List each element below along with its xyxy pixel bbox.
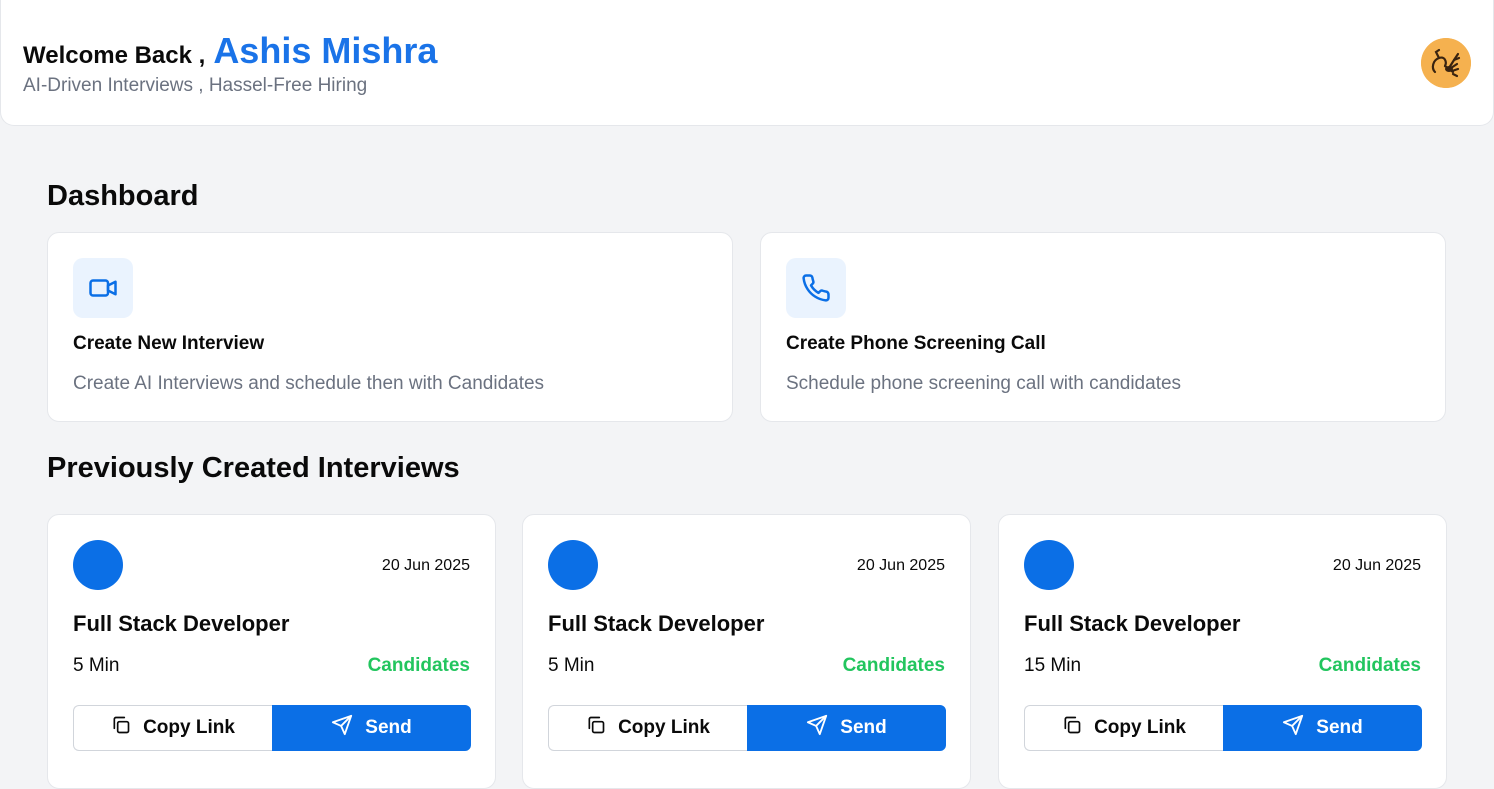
send-icon <box>1282 714 1304 742</box>
welcome-line: Welcome Back , Ashis Mishra <box>23 30 437 72</box>
interview-actions: Copy Link Send <box>1024 705 1422 751</box>
interview-title: Full Stack Developer <box>1024 611 1241 636</box>
phone-screening-title: Create Phone Screening Call <box>786 333 1046 354</box>
interview-avatar <box>73 540 123 590</box>
copy-link-label: Copy Link <box>1094 717 1186 738</box>
copy-icon <box>1062 715 1082 741</box>
create-interview-description: Create AI Interviews and schedule then w… <box>73 373 545 394</box>
send-button[interactable]: Send <box>1223 705 1422 751</box>
interview-actions: Copy Link Send <box>548 705 946 751</box>
send-icon <box>806 714 828 742</box>
send-button[interactable]: Send <box>747 705 946 751</box>
interview-card: 20 Jun 2025 Full Stack Developer 15 Min … <box>998 514 1447 789</box>
copy-link-button[interactable]: Copy Link <box>548 705 747 751</box>
copy-link-label: Copy Link <box>143 717 235 738</box>
create-interview-title: Create New Interview <box>73 333 265 354</box>
interview-date: 20 Jun 2025 <box>856 557 945 574</box>
interview-duration: 15 Min <box>1024 655 1082 676</box>
copy-link-label: Copy Link <box>618 717 710 738</box>
phone-icon <box>786 258 846 318</box>
interview-avatar <box>1024 540 1074 590</box>
copy-link-button[interactable]: Copy Link <box>73 705 272 751</box>
copy-icon <box>586 715 606 741</box>
send-label: Send <box>1316 717 1363 738</box>
create-phone-screening-card[interactable]: Create Phone Screening Call Schedule pho… <box>760 232 1446 422</box>
interview-duration: 5 Min <box>73 655 120 676</box>
interview-date: 20 Jun 2025 <box>1332 557 1421 574</box>
candidates-link[interactable]: Candidates <box>368 655 470 677</box>
copy-link-button[interactable]: Copy Link <box>1024 705 1223 751</box>
create-interview-card[interactable]: Create New Interview Create AI Interview… <box>47 232 733 422</box>
previous-interviews-title: Previously Created Interviews <box>47 452 460 484</box>
interview-avatar <box>548 540 598 590</box>
candidates-link[interactable]: Candidates <box>843 655 945 677</box>
dashboard-title: Dashboard <box>47 180 199 212</box>
user-name: Ashis Mishra <box>213 30 438 71</box>
candidates-link[interactable]: Candidates <box>1319 655 1421 677</box>
send-label: Send <box>365 717 412 738</box>
interview-actions: Copy Link Send <box>73 705 471 751</box>
interview-duration: 5 Min <box>548 655 595 676</box>
interview-title: Full Stack Developer <box>73 611 290 636</box>
send-button[interactable]: Send <box>272 705 471 751</box>
interview-card: 20 Jun 2025 Full Stack Developer 5 Min C… <box>522 514 971 789</box>
interview-title: Full Stack Developer <box>548 611 765 636</box>
welcome-text: Welcome Back , <box>23 42 206 69</box>
video-icon <box>73 258 133 318</box>
send-label: Send <box>840 717 887 738</box>
interview-date: 20 Jun 2025 <box>381 557 470 574</box>
copy-icon <box>111 715 131 741</box>
phone-screening-description: Schedule phone screening call with candi… <box>786 373 1182 394</box>
interview-card: 20 Jun 2025 Full Stack Developer 5 Min C… <box>47 514 496 789</box>
send-icon <box>331 714 353 742</box>
scorpion-avatar-icon[interactable] <box>1421 38 1471 88</box>
tagline: AI-Driven Interviews , Hassel-Free Hirin… <box>23 75 368 96</box>
top-header: Welcome Back , Ashis Mishra AI-Driven In… <box>0 0 1494 126</box>
